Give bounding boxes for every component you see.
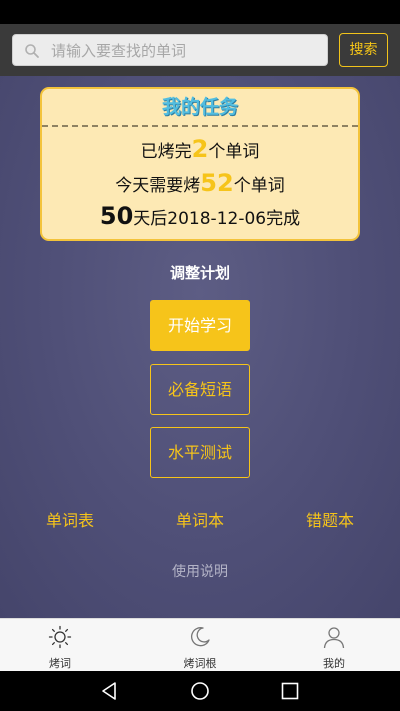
word-list-link[interactable]: 单词表	[20, 507, 120, 531]
baked-count: 2	[191, 135, 209, 163]
recent-apps-icon[interactable]	[280, 681, 300, 701]
tab-bake-words[interactable]: 烤词	[20, 619, 100, 672]
search-box[interactable]	[12, 34, 328, 67]
completion-line: 50天后2018-12-06完成	[42, 202, 358, 230]
user-icon	[323, 627, 345, 649]
tab-mine[interactable]: 我的	[294, 619, 374, 672]
search-button[interactable]: 搜索	[339, 33, 388, 67]
main-content: 我的任务 已烤完2个单词 今天需要烤52个单词 50天后2018-12-06完成…	[0, 76, 400, 618]
status-bar	[0, 0, 400, 24]
level-test-button[interactable]: 水平测试	[150, 427, 250, 478]
baked-words-line: 已烤完2个单词	[42, 135, 358, 163]
search-input[interactable]	[49, 35, 323, 67]
bottom-tab-bar: 烤词 烤词根 我的	[0, 618, 400, 671]
tab-label: 我的	[323, 657, 345, 670]
days-count: 50	[99, 202, 134, 230]
adjust-plan-link[interactable]: 调整计划	[0, 262, 400, 283]
tab-bake-roots[interactable]: 烤词根	[160, 619, 240, 672]
days-suffix: 天后2018-12-06完成	[133, 209, 301, 229]
search-bar: 搜索	[0, 24, 400, 76]
tab-label: 烤词根	[183, 657, 217, 670]
start-study-button[interactable]: 开始学习	[150, 300, 250, 351]
error-book-link[interactable]: 错题本	[280, 507, 380, 531]
word-book-link[interactable]: 单词本	[150, 507, 250, 531]
home-icon[interactable]	[190, 681, 210, 701]
usage-guide-link[interactable]: 使用说明	[0, 561, 400, 581]
search-icon	[25, 44, 39, 58]
moon-icon	[191, 627, 210, 647]
task-card: 我的任务 已烤完2个单词 今天需要烤52个单词 50天后2018-12-06完成	[40, 87, 360, 241]
essential-phrases-button[interactable]: 必备短语	[150, 364, 250, 415]
today-count: 52	[200, 169, 234, 197]
task-card-title: 我的任务	[161, 96, 238, 118]
baked-suffix: 个单词	[208, 142, 260, 162]
system-nav-bar	[0, 671, 400, 711]
tab-label: 烤词	[49, 657, 71, 670]
today-suffix: 个单词	[233, 176, 285, 196]
back-icon[interactable]	[100, 681, 120, 701]
baked-prefix: 已烤完	[140, 142, 192, 162]
sun-icon	[48, 625, 72, 649]
today-prefix: 今天需要烤	[115, 176, 201, 196]
dashed-divider	[42, 125, 358, 127]
today-words-line: 今天需要烤52个单词	[42, 169, 358, 197]
